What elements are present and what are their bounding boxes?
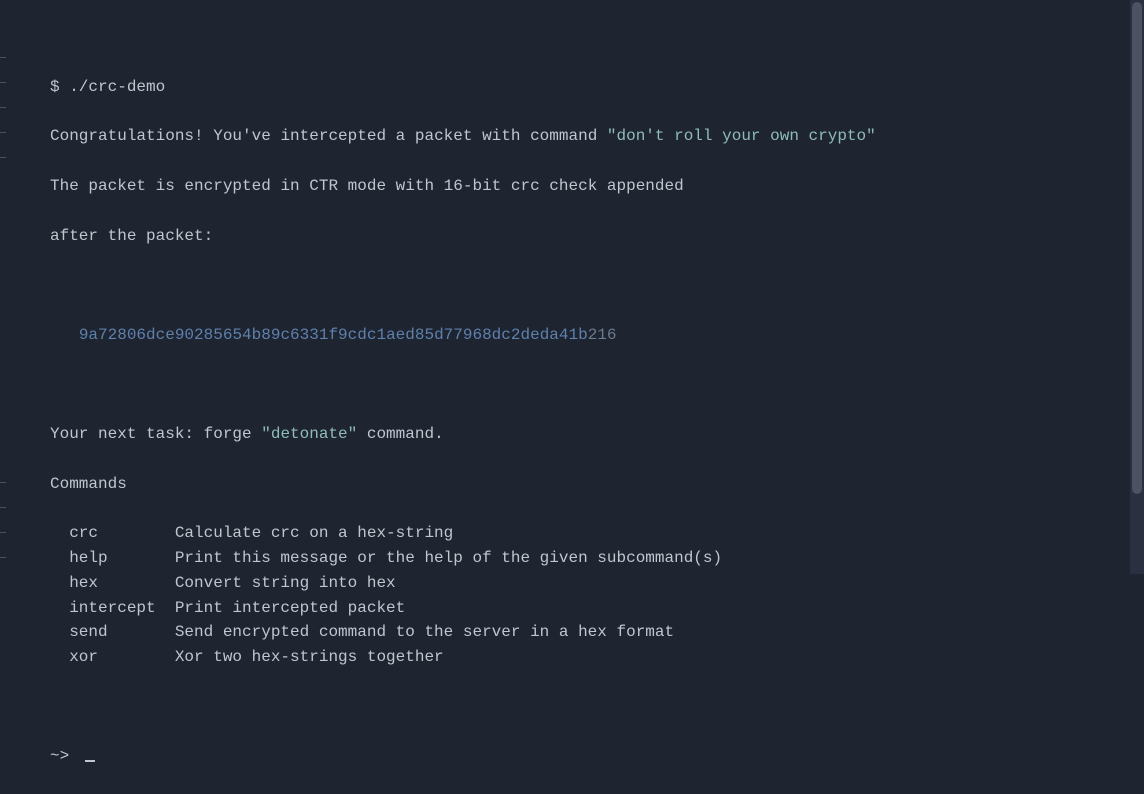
command-name: intercept [50, 596, 175, 621]
blank-line [50, 273, 1094, 298]
gutter-tick [0, 532, 6, 533]
gutter-tick [0, 507, 6, 508]
command-row-xor: xorXor two hex-strings together [50, 645, 1094, 670]
output-line-encinfo1: The packet is encrypted in CTR mode with… [50, 174, 1094, 199]
command-line: $ ./crc-demo [50, 75, 1094, 100]
gutter-tick [0, 107, 6, 108]
task-line: Your next task: forge "detonate" command… [50, 422, 1094, 447]
gutter-tick [0, 57, 6, 58]
command-name: help [50, 546, 175, 571]
command-name: hex [50, 571, 175, 596]
known-command-quoted: "don't roll your own crypto" [607, 127, 876, 145]
command-desc: Xor two hex-strings together [175, 648, 444, 666]
congrats-text: Congratulations! You've intercepted a pa… [50, 127, 607, 145]
hex-packet-crc: 216 [588, 326, 617, 344]
command-desc: Send encrypted command to the server in … [175, 623, 674, 641]
task-post: command. [357, 425, 443, 443]
command-name: send [50, 620, 175, 645]
command-desc: Print intercepted packet [175, 599, 405, 617]
left-tick-gutter [0, 0, 8, 574]
gutter-tick [0, 557, 6, 558]
command-row-help: helpPrint this message or the help of th… [50, 546, 1094, 571]
gutter-tick [0, 132, 6, 133]
gutter-tick [0, 157, 6, 158]
command-name: crc [50, 521, 175, 546]
output-line-encinfo2: after the packet: [50, 224, 1094, 249]
gutter-tick [0, 82, 6, 83]
interactive-prompt-line[interactable]: ~> [50, 744, 1094, 769]
task-pre: Your next task: forge [50, 425, 261, 443]
output-line-congrats: Congratulations! You've intercepted a pa… [50, 124, 1094, 149]
command-desc: Print this message or the help of the gi… [175, 549, 722, 567]
scrollbar-track[interactable] [1130, 0, 1144, 574]
command-name: xor [50, 645, 175, 670]
hex-packet-line: 9a72806dce90285654b89c6331f9cdc1aed85d77… [50, 323, 1094, 348]
terminal-output: $ ./crc-demo Congratulations! You've int… [0, 0, 1144, 794]
command-row-crc: crcCalculate crc on a hex-string [50, 521, 1094, 546]
command-row-intercept: interceptPrint intercepted packet [50, 596, 1094, 621]
command-row-send: sendSend encrypted command to the server… [50, 620, 1094, 645]
scrollbar-thumb[interactable] [1132, 2, 1142, 494]
command-desc: Convert string into hex [175, 574, 396, 592]
cursor [85, 760, 95, 762]
command-desc: Calculate crc on a hex-string [175, 524, 453, 542]
forge-command-quoted: "detonate" [261, 425, 357, 443]
commands-header: Commands [50, 472, 1094, 497]
hex-indent [50, 326, 79, 344]
shell-prompt-symbol: $ [50, 78, 69, 96]
executed-command: ./crc-demo [69, 78, 165, 96]
hex-packet-main: 9a72806dce90285654b89c6331f9cdc1aed85d77… [79, 326, 588, 344]
blank-line [50, 695, 1094, 720]
blank-line [50, 372, 1094, 397]
interactive-prompt-symbol: ~> [50, 747, 79, 765]
commands-list: crcCalculate crc on a hex-stringhelpPrin… [50, 521, 1094, 670]
command-row-hex: hexConvert string into hex [50, 571, 1094, 596]
gutter-tick [0, 482, 6, 483]
